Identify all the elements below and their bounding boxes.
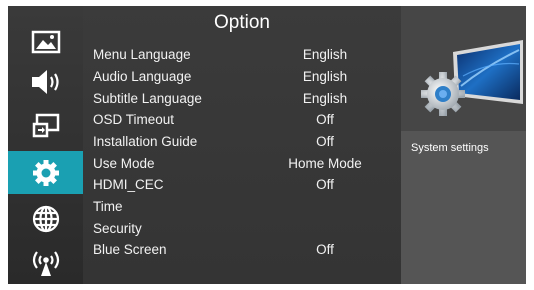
category-sidebar xyxy=(8,6,83,284)
menu-row-hdmi-cec[interactable]: HDMI_CEC Off xyxy=(93,174,393,195)
row-label: Time xyxy=(93,199,123,214)
row-value: Off xyxy=(316,112,334,127)
sidebar-item-broadcast[interactable] xyxy=(8,241,83,284)
picture-icon xyxy=(31,30,60,53)
speaker-icon xyxy=(31,69,59,94)
row-value: English xyxy=(302,91,348,106)
menu-row-blue-screen[interactable]: Blue Screen Off xyxy=(93,239,393,260)
row-label: Use Mode xyxy=(93,156,155,171)
row-label: Audio Language xyxy=(93,69,192,84)
row-label: Blue Screen xyxy=(93,242,167,257)
menu-row-audio-language[interactable]: Audio Language English xyxy=(93,66,393,87)
menu-row-menu-language[interactable]: Menu Language English xyxy=(93,44,393,65)
info-panel: System settings xyxy=(401,6,526,284)
sidebar-item-input[interactable] xyxy=(8,104,83,147)
row-label: HDMI_CEC xyxy=(93,177,164,192)
input-source-icon xyxy=(32,113,59,137)
row-value: Home Mode xyxy=(288,156,362,171)
menu-row-installation-guide[interactable]: Installation Guide Off xyxy=(93,131,393,152)
system-settings-illustration xyxy=(421,40,523,116)
row-value: Off xyxy=(316,177,334,192)
sidebar-item-picture[interactable] xyxy=(8,20,83,63)
menu-row-use-mode[interactable]: Use Mode Home Mode xyxy=(93,153,393,174)
preview-area xyxy=(401,6,526,131)
sidebar-item-sound[interactable] xyxy=(8,60,83,103)
sidebar-item-option[interactable] xyxy=(8,151,83,194)
row-label: Security xyxy=(93,221,142,236)
menu-row-time[interactable]: Time xyxy=(93,196,393,217)
panel-title: Option xyxy=(214,12,270,33)
option-description: System settings xyxy=(411,142,489,154)
row-value: English xyxy=(302,47,348,62)
broadcast-icon xyxy=(32,250,59,276)
menu-row-subtitle-language[interactable]: Subtitle Language English xyxy=(93,88,393,109)
row-value: Off xyxy=(316,134,334,149)
globe-icon xyxy=(32,205,59,232)
gear-icon xyxy=(32,159,59,186)
row-value: English xyxy=(302,69,348,84)
menu-row-osd-timeout[interactable]: OSD Timeout Off xyxy=(93,109,393,130)
osd-menu: Option Menu Language English Audio Langu… xyxy=(8,6,526,284)
sidebar-item-network[interactable] xyxy=(8,197,83,240)
menu-row-security[interactable]: Security xyxy=(93,218,393,239)
row-label: Subtitle Language xyxy=(93,91,202,106)
row-label: Menu Language xyxy=(93,47,191,62)
option-panel: Option Menu Language English Audio Langu… xyxy=(83,6,401,284)
row-label: OSD Timeout xyxy=(93,112,175,127)
row-label: Installation Guide xyxy=(93,134,198,149)
row-value: Off xyxy=(316,242,334,257)
